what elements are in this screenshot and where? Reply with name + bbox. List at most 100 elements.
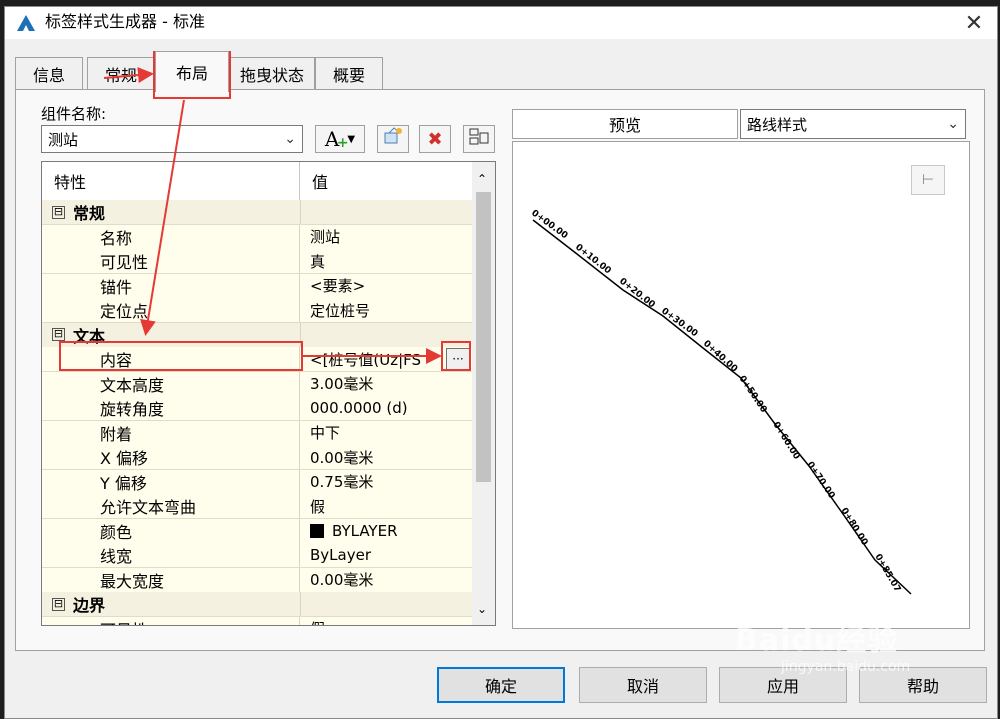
chevron-down-icon: ⌄ xyxy=(947,116,959,132)
color-swatch xyxy=(310,523,324,538)
property-value[interactable]: <要素> xyxy=(300,273,472,298)
property-value[interactable]: 中下 xyxy=(300,420,472,445)
tab-info[interactable]: 信息 xyxy=(15,57,83,90)
property-name: 最大宽度 xyxy=(72,567,300,592)
property-value[interactable]: 测站 xyxy=(300,224,472,249)
component-order-icon xyxy=(468,127,490,151)
alignment-preview-drawing: 0+00.000+10.000+20.000+30.000+40.000+50.… xyxy=(529,208,912,595)
property-value[interactable]: ByLayer xyxy=(300,543,472,567)
property-value-text: <[桩号值(Uz|FS xyxy=(310,350,422,369)
station-label: 0+10.00 xyxy=(573,242,612,276)
collapse-icon[interactable]: ⊟ xyxy=(52,597,65,611)
close-button[interactable]: ✕ xyxy=(951,7,997,39)
chevron-down-icon: ⌄ xyxy=(284,131,296,147)
category-row[interactable]: ⊟ 边界 xyxy=(42,592,472,617)
preview-style-value: 路线样式 xyxy=(747,115,808,134)
property-value[interactable]: 0.75毫米 xyxy=(300,469,472,494)
property-value[interactable]: 假 xyxy=(300,494,472,518)
category-text: 边界 xyxy=(73,596,106,615)
preview-tab[interactable]: 预览 xyxy=(512,109,738,139)
property-name: 附着 xyxy=(72,420,300,445)
category-value-cell xyxy=(300,592,473,616)
property-row[interactable]: 名称 测站 xyxy=(42,224,472,250)
component-name-select[interactable]: 测站 ⌄ xyxy=(41,125,303,153)
title-bar: 标签样式生成器 - 标准 ✕ xyxy=(5,7,997,39)
row-gutter xyxy=(42,298,72,322)
header-value[interactable]: 值 xyxy=(300,162,472,200)
component-name-label: 组件名称: xyxy=(41,105,107,123)
station-label: 0+60.00 xyxy=(770,420,801,461)
collapse-icon[interactable]: ⊟ xyxy=(52,205,65,219)
row-gutter xyxy=(42,518,72,543)
ok-button[interactable]: 确定 xyxy=(437,667,565,703)
copy-component-button[interactable] xyxy=(377,125,409,153)
property-name: 线宽 xyxy=(72,543,300,567)
station-label: 0+50.00 xyxy=(737,374,769,415)
property-value[interactable]: BYLAYER xyxy=(300,518,472,543)
property-value-text: 测站 xyxy=(310,228,341,246)
property-row[interactable]: Y 偏移 0.75毫米 xyxy=(42,469,472,495)
property-row[interactable]: 附着 中下 xyxy=(42,420,472,446)
property-value-text: 0.75毫米 xyxy=(310,473,374,491)
property-row[interactable]: 旋转角度 000.0000 (d) xyxy=(42,396,472,421)
property-value[interactable]: 真 xyxy=(300,249,472,273)
delete-component-button[interactable]: ✖ xyxy=(419,125,451,153)
property-row[interactable]: X 偏移 0.00毫米 xyxy=(42,445,472,470)
station-label: 0+30.00 xyxy=(659,306,699,339)
add-component-button[interactable]: A + ▼ xyxy=(315,125,365,153)
property-value-text: 定位桩号 xyxy=(310,301,371,320)
zoom-extents-button[interactable]: ⊢ xyxy=(911,165,945,195)
zoom-extents-icon: ⊢ xyxy=(921,172,935,188)
preview-style-select[interactable]: 路线样式 ⌄ xyxy=(740,109,966,139)
tab-general[interactable]: 常规 xyxy=(87,57,155,90)
property-value-text: 真 xyxy=(310,252,326,271)
property-row[interactable]: 定位点 定位桩号 xyxy=(42,298,472,323)
component-order-button[interactable] xyxy=(463,125,495,153)
header-property[interactable]: 特性 xyxy=(42,162,300,200)
property-name: Y 偏移 xyxy=(72,469,300,494)
property-value-text: <要素> xyxy=(310,277,366,295)
alignment-line xyxy=(532,219,912,595)
property-value[interactable]: 0.00毫米 xyxy=(300,567,472,592)
property-row[interactable]: 可见性 假 xyxy=(42,616,472,625)
property-row[interactable]: 文本高度 3.00毫米 xyxy=(42,371,472,397)
property-row[interactable]: 可见性真 xyxy=(42,249,472,274)
property-value[interactable]: 3.00毫米 xyxy=(300,371,472,396)
collapse-icon[interactable]: ⊟ xyxy=(52,328,65,341)
tab-layout[interactable]: 布局 xyxy=(155,51,229,92)
category-label: ⊟ 常规 xyxy=(42,200,105,224)
vertical-scrollbar[interactable]: ⌃ ⌄ xyxy=(472,162,495,625)
component-name-value: 测站 xyxy=(48,130,79,149)
station-label: 0+80.00 xyxy=(838,506,869,547)
property-row[interactable]: 允许文本弯曲假 xyxy=(42,494,472,519)
property-row[interactable]: 最大宽度 0.00毫米 xyxy=(42,567,472,593)
row-gutter xyxy=(42,543,72,567)
property-row[interactable]: 锚件 <要素> xyxy=(42,273,472,299)
property-name: 颜色 xyxy=(72,518,300,543)
tab-dragged-state[interactable]: 拖曳状态 xyxy=(229,57,315,90)
property-name: 锚件 xyxy=(72,273,300,298)
category-text: 常规 xyxy=(73,204,106,223)
row-gutter xyxy=(42,469,72,494)
property-row[interactable]: 颜色 BYLAYER xyxy=(42,518,472,544)
scroll-down-icon[interactable]: ⌄ xyxy=(477,602,487,616)
window-title: 标签样式生成器 - 标准 xyxy=(45,12,205,31)
property-value-text: 中下 xyxy=(310,424,341,442)
cancel-button[interactable]: 取消 xyxy=(579,667,707,703)
row-gutter xyxy=(42,273,72,298)
category-row[interactable]: ⊟ 常规 xyxy=(42,200,472,225)
station-label: 0+70.00 xyxy=(805,460,837,501)
property-value-text: ByLayer xyxy=(310,546,371,564)
grid-header: 特性 值 xyxy=(42,162,472,201)
tab-summary[interactable]: 概要 xyxy=(315,57,383,90)
property-value[interactable]: 定位桩号 xyxy=(300,298,472,322)
property-value-text: 0.00毫米 xyxy=(310,448,374,467)
property-value[interactable]: 000.0000 (d) xyxy=(300,396,472,420)
property-grid: 特性 值 ⊟ 常规 名称 测站 可见性真锚件 <要素> 定位点 定位桩号 ⊟ 文本 内容 <[桩号值(… xyxy=(41,161,496,626)
civil3d-app-icon xyxy=(17,15,35,31)
property-value[interactable]: 0.00毫米 xyxy=(300,445,472,469)
property-value[interactable]: 假 xyxy=(300,616,472,625)
property-row[interactable]: 线宽 ByLayer xyxy=(42,543,472,568)
scroll-up-icon[interactable]: ⌃ xyxy=(477,172,487,186)
scrollbar-thumb[interactable] xyxy=(476,192,491,482)
